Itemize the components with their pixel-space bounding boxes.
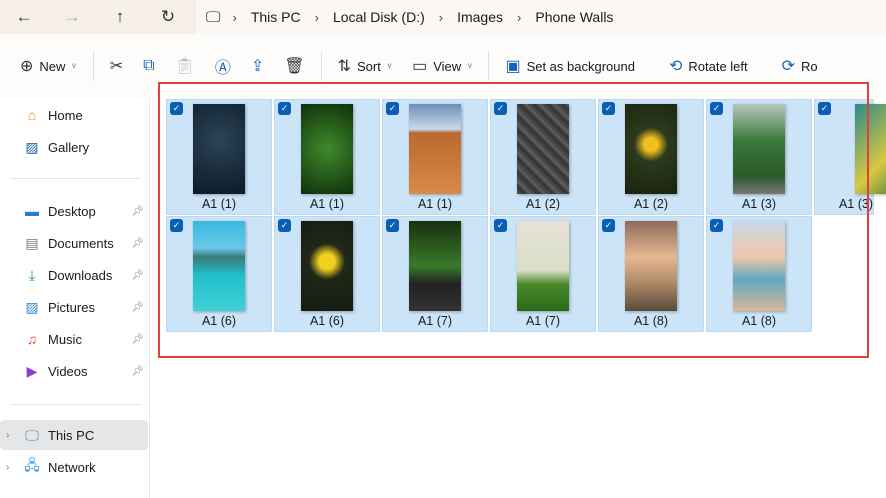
sidebar-item-label: Gallery	[48, 139, 90, 155]
sidebar-item-label: This PC	[48, 427, 95, 443]
wallpaper-icon: ▣	[505, 58, 521, 75]
rename-icon: Ⓐ	[214, 60, 231, 77]
sidebar-item-gallery[interactable]: ▨ Gallery	[0, 132, 148, 162]
divider	[92, 51, 94, 81]
forward-button[interactable]: →	[48, 7, 96, 27]
sidebar-item-videos[interactable]: ▶ Videos 📌︎	[0, 356, 148, 386]
rotate-left-icon: ⟲	[668, 58, 683, 75]
plus-circle-icon: ⊕	[20, 58, 34, 75]
breadcrumb-local-disk[interactable]: Local Disk (D:)	[319, 9, 439, 25]
gallery-icon: ▨	[25, 138, 39, 155]
network-icon: 🖧	[24, 457, 40, 473]
sidebar-item-label: Downloads	[48, 267, 113, 283]
chevron-down-icon: ˅	[467, 61, 473, 71]
chevron-down-icon: ˅	[71, 61, 77, 71]
expand-chevron-icon[interactable]: ›	[6, 462, 9, 473]
sidebar-item-label: Network	[48, 459, 96, 475]
downloads-icon: ⤓	[28, 266, 36, 283]
share-icon: ⇪	[250, 58, 265, 75]
cut-button[interactable]: ✂	[100, 50, 133, 82]
documents-icon: ▤	[25, 234, 39, 251]
sidebar-item-label: Desktop	[48, 203, 96, 219]
rotate-left-label: Rotate left	[688, 58, 748, 74]
trash-icon: 🗑︎	[284, 58, 305, 75]
sidebar-item-this-pc[interactable]: › 🖵 This PC	[0, 420, 148, 450]
sidebar-item-pictures[interactable]: ▨ Pictures 📌︎	[0, 292, 148, 322]
navigation-pane: ⌂ Home ▨ Gallery ▬ Desktop 📌︎ ▤ Documents 📌︎ ⤓ Down…	[0, 98, 150, 498]
sidebar-item-label: Home	[48, 107, 83, 123]
sidebar-item-documents[interactable]: ▤ Documents 📌︎	[0, 228, 148, 258]
computer-icon: 🖵	[206, 8, 221, 26]
set-background-button[interactable]: ▣ Set as background	[495, 50, 645, 82]
music-icon: ♫	[26, 331, 38, 347]
divider	[10, 178, 140, 179]
breadcrumb-this-pc[interactable]: This PC	[237, 9, 315, 25]
pictures-icon: ▨	[25, 298, 39, 315]
sidebar-item-music[interactable]: ♫ Music 📌︎	[0, 324, 148, 354]
pin-icon[interactable]: 📌︎	[131, 334, 144, 345]
sidebar-item-downloads[interactable]: ⤓ Downloads 📌︎	[0, 260, 148, 290]
breadcrumb-images[interactable]: Images	[443, 9, 517, 25]
view-label: View	[433, 58, 462, 74]
view-button[interactable]: ▭ View ˅	[402, 50, 482, 82]
paste-button[interactable]: 📋︎	[165, 50, 205, 82]
home-icon: ⌂	[27, 107, 37, 123]
sidebar-item-label: Pictures	[48, 299, 95, 315]
pin-icon[interactable]: 📌︎	[131, 302, 144, 313]
rotate-right-button[interactable]: ⟳ Ro	[772, 50, 828, 82]
up-button[interactable]: ↑	[96, 7, 144, 27]
sort-icon: ⇅	[337, 58, 351, 75]
rotate-left-button[interactable]: ⟲ Rotate left	[659, 50, 758, 82]
highlight-annotation	[158, 82, 869, 358]
pin-icon[interactable]: 📌︎	[131, 270, 144, 281]
view-icon: ▭	[412, 58, 428, 75]
sort-button[interactable]: ⇅ Sort ˅	[328, 50, 403, 82]
chevron-right-icon: ›	[232, 9, 237, 25]
desktop-icon: ▬	[25, 203, 39, 219]
sidebar-item-label: Videos	[48, 363, 88, 379]
pc-icon: 🖵	[25, 426, 39, 443]
pin-icon[interactable]: 📌︎	[131, 238, 144, 249]
back-button[interactable]: ←	[0, 7, 48, 27]
refresh-button[interactable]: ↻	[144, 7, 192, 27]
videos-icon: ▶	[26, 362, 38, 379]
divider	[488, 51, 490, 81]
divider	[10, 404, 140, 405]
address-bar[interactable]: 🖵 › This PC › Local Disk (D:) › Images ›…	[196, 0, 886, 34]
sort-label: Sort	[356, 58, 381, 74]
title-bar: ← → ↑ ↻ 🖵 › This PC › Local Disk (D:) › …	[0, 0, 886, 34]
chevron-down-icon: ˅	[386, 61, 393, 71]
sidebar-item-desktop[interactable]: ▬ Desktop 📌︎	[0, 196, 148, 226]
rotate-right-icon: ⟳	[781, 58, 796, 75]
rotate-right-label: Ro	[801, 58, 818, 74]
share-button[interactable]: ⇪	[241, 50, 274, 82]
delete-button[interactable]: 🗑︎	[274, 50, 314, 82]
breadcrumb-phone-walls[interactable]: Phone Walls	[521, 9, 627, 25]
sidebar-item-home[interactable]: ⌂ Home	[0, 100, 148, 130]
paste-icon: 📋︎	[174, 58, 195, 75]
expand-chevron-icon[interactable]: ›	[6, 430, 9, 441]
divider	[320, 51, 322, 81]
copy-button[interactable]: ⧉	[133, 50, 164, 82]
copy-icon: ⧉	[143, 57, 155, 74]
sidebar-item-network[interactable]: › 🖧 Network	[0, 452, 148, 482]
pin-icon[interactable]: 📌︎	[131, 366, 144, 377]
sidebar-item-label: Documents	[48, 235, 114, 251]
scissors-icon: ✂	[109, 58, 124, 75]
sidebar-item-label: Music	[48, 331, 82, 347]
new-button[interactable]: ⊕ New ˅	[10, 50, 87, 82]
set-background-label: Set as background	[526, 58, 635, 74]
rename-button[interactable]: Ⓐ	[205, 50, 241, 82]
new-label: New	[39, 58, 66, 74]
pin-icon[interactable]: 📌︎	[131, 206, 144, 217]
